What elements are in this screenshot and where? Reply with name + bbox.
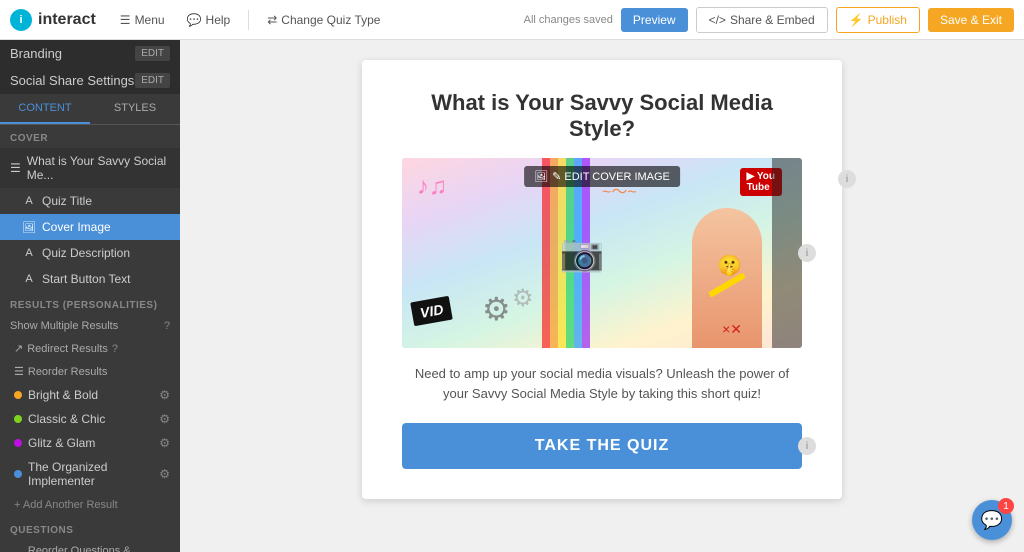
logo-icon: i bbox=[10, 9, 32, 31]
gear-small-icon: ⚙ bbox=[512, 284, 534, 313]
music-note: ♪♫ bbox=[417, 173, 447, 201]
social-label: Social Share Settings bbox=[10, 73, 134, 88]
result-dot bbox=[14, 415, 22, 423]
topbar: i interact ☰ Menu 💬 Help ⇄ Change Quiz T… bbox=[0, 0, 1024, 40]
image-icon: 🖼 bbox=[22, 220, 36, 234]
cta-info-button[interactable]: i bbox=[798, 437, 816, 455]
questions-section-label: QUESTIONS bbox=[0, 517, 180, 540]
chat-bubble-button[interactable]: 💬 1 bbox=[972, 500, 1012, 540]
show-multiple-row: Show Multiple Results ? bbox=[0, 315, 180, 337]
change-quiz-type-button[interactable]: ⇄ Change Quiz Type bbox=[259, 9, 388, 31]
help-button[interactable]: 💬 Help bbox=[179, 9, 239, 31]
branding-label: Branding bbox=[10, 46, 62, 61]
save-exit-button[interactable]: Save & Exit bbox=[928, 8, 1014, 32]
result-dot bbox=[14, 470, 22, 478]
take-quiz-button[interactable]: TAKE THE QUIZ bbox=[402, 423, 802, 469]
cover-image-container: ▶ YouTube ♪♫ ⚙ ⚙ 📷 VID 🤫 bbox=[402, 158, 802, 348]
reorder-questions-link[interactable]: ☰ Reorder Questions & Answers bbox=[0, 540, 180, 552]
edit-icon: 🖼 bbox=[534, 170, 548, 183]
social-section: Social Share Settings EDIT bbox=[0, 67, 180, 94]
cover-quiz-icon: ☰ bbox=[10, 161, 21, 175]
preview-button[interactable]: Preview bbox=[621, 8, 688, 32]
redirect-results-link[interactable]: ↗ Redirect Results ? bbox=[0, 337, 180, 360]
divider bbox=[248, 10, 249, 30]
redirect-icon: ↗ bbox=[14, 342, 23, 355]
swirl2: ×✕ bbox=[722, 321, 742, 338]
result-organized[interactable]: The Organized Implementer ⚙ bbox=[0, 455, 180, 493]
content-tabs: CONTENT STYLES bbox=[0, 94, 180, 125]
cta-container: TAKE THE QUIZ i bbox=[402, 423, 802, 469]
result-dot bbox=[14, 391, 22, 399]
sidebar: Branding EDIT Social Share Settings EDIT… bbox=[0, 40, 180, 552]
camera-icon: 📷 bbox=[560, 232, 605, 274]
result-gear-button[interactable]: ⚙ bbox=[159, 467, 170, 481]
result-gear-button[interactable]: ⚙ bbox=[159, 388, 170, 402]
start-button-item[interactable]: A Start Button Text bbox=[0, 266, 180, 292]
results-section-label: RESULTS (PERSONALITIES) bbox=[0, 292, 180, 315]
result-gear-button[interactable]: ⚙ bbox=[159, 436, 170, 450]
content-area: What is Your Savvy Social Media Style? ▶… bbox=[180, 40, 1024, 552]
redirect-help-icon[interactable]: ? bbox=[112, 343, 118, 355]
result-dot bbox=[14, 439, 22, 447]
result-gear-button[interactable]: ⚙ bbox=[159, 412, 170, 426]
add-result-button[interactable]: + Add Another Result bbox=[0, 493, 180, 517]
branding-edit-button[interactable]: EDIT bbox=[135, 46, 170, 61]
share-embed-button[interactable]: </> Share & Embed bbox=[696, 7, 828, 33]
quiz-title: What is Your Savvy Social Media Style? bbox=[402, 90, 802, 142]
quiz-title-item[interactable]: A Quiz Title bbox=[0, 188, 180, 214]
title-info-button[interactable]: i bbox=[838, 170, 856, 188]
result-glitz-glam[interactable]: Glitz & Glam ⚙ bbox=[0, 431, 180, 455]
tab-content[interactable]: CONTENT bbox=[0, 94, 90, 124]
quiz-type-icon: ⇄ bbox=[267, 13, 277, 27]
cover-section-label: COVER bbox=[0, 125, 180, 148]
menu-button[interactable]: ☰ Menu bbox=[112, 9, 173, 31]
desc-text-icon: A bbox=[22, 246, 36, 260]
branding-section: Branding EDIT bbox=[0, 40, 180, 67]
tab-styles[interactable]: STYLES bbox=[90, 94, 180, 124]
gear-icon: ⚙ bbox=[482, 290, 511, 328]
reorder-icon: ☰ bbox=[14, 365, 24, 378]
edit-cover-button[interactable]: 🖼 ✎ EDIT COVER IMAGE bbox=[524, 166, 680, 187]
menu-icon: ☰ bbox=[120, 13, 131, 27]
app-name: interact bbox=[38, 11, 96, 29]
cover-quiz-header[interactable]: ☰ What is Your Savvy Social Me... bbox=[0, 148, 180, 188]
result-bright-bold[interactable]: Bright & Bold ⚙ bbox=[0, 383, 180, 407]
publish-icon: ⚡ bbox=[849, 13, 864, 27]
cover-image-item[interactable]: 🖼 Cover Image bbox=[0, 214, 180, 240]
chat-icon: 💬 bbox=[981, 510, 1003, 531]
chat-badge: 1 bbox=[998, 498, 1014, 514]
show-multiple-help-icon[interactable]: ? bbox=[164, 320, 170, 332]
topbar-right: All changes saved Preview </> Share & Em… bbox=[524, 7, 1014, 33]
publish-button[interactable]: ⚡ Publish bbox=[836, 7, 920, 33]
quiz-description: Need to amp up your social media visuals… bbox=[402, 364, 802, 403]
quiz-description-item[interactable]: A Quiz Description bbox=[0, 240, 180, 266]
image-info-button[interactable]: i bbox=[798, 244, 816, 262]
main-layout: Branding EDIT Social Share Settings EDIT… bbox=[0, 40, 1024, 552]
text-icon: A bbox=[22, 194, 36, 208]
help-icon: 💬 bbox=[187, 13, 202, 27]
logo-area: i interact bbox=[10, 9, 96, 31]
start-text-icon: A bbox=[22, 272, 36, 286]
reorder-results-link[interactable]: ☰ Reorder Results bbox=[0, 360, 180, 383]
social-edit-button[interactable]: EDIT bbox=[135, 73, 170, 88]
quiz-preview-card: What is Your Savvy Social Media Style? ▶… bbox=[362, 60, 842, 499]
save-status: All changes saved bbox=[524, 14, 613, 26]
result-classic-chic[interactable]: Classic & Chic ⚙ bbox=[0, 407, 180, 431]
share-icon: </> bbox=[709, 13, 726, 27]
